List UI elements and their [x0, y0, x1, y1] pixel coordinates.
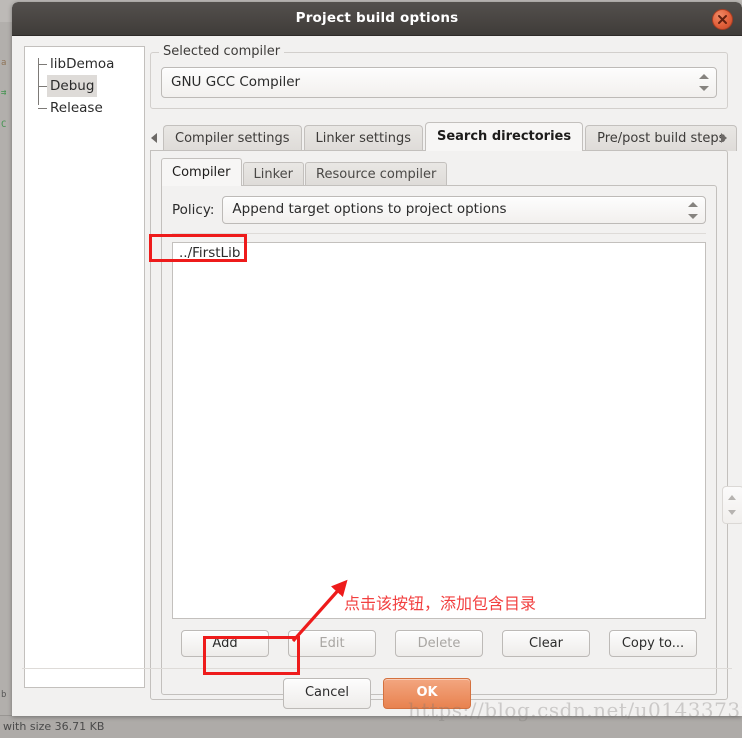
outer-tabs: Compiler settings Linker settings Search…: [163, 122, 738, 151]
tab-inner-linker[interactable]: Linker: [242, 162, 305, 186]
tab-compiler-settings[interactable]: Compiler settings: [163, 125, 302, 151]
dialog-title: Project build options: [295, 10, 459, 26]
tab-linker-settings[interactable]: Linker settings: [303, 125, 423, 151]
cancel-button[interactable]: Cancel: [283, 678, 371, 709]
chevron-updown-icon[interactable]: [699, 73, 709, 92]
target-tree: libDemoa Debug Release: [25, 47, 144, 119]
search-directories-list[interactable]: ../FirstLib: [172, 242, 706, 619]
tree-item-label: Release: [50, 100, 103, 116]
policy-select[interactable]: Append target options to project options: [222, 196, 706, 224]
tree-branch-stub: [38, 86, 47, 87]
dialog-body: libDemoa Debug Release Selected compiler…: [12, 36, 742, 716]
tab-scroll-right-icon[interactable]: [720, 131, 730, 145]
clear-button[interactable]: Clear: [502, 630, 590, 657]
chevron-up-icon: [728, 495, 736, 500]
dialog-titlebar: Project build options: [12, 2, 742, 36]
tree-item-debug[interactable]: Debug: [25, 75, 144, 97]
selected-compiler-legend: Selected compiler: [159, 44, 285, 59]
tab-search-directories[interactable]: Search directories: [424, 122, 584, 151]
background-status-text: with size 36.71 KB: [3, 720, 105, 733]
tree-branch-stub: [38, 64, 47, 65]
background-glyph: C: [1, 120, 7, 130]
outer-tabbar: Compiler settings Linker settings Search…: [150, 122, 738, 151]
policy-row: Policy: Append target options to project…: [172, 196, 706, 224]
ok-button[interactable]: OK: [383, 678, 471, 709]
footer-divider: [22, 668, 732, 669]
close-icon[interactable]: [712, 9, 733, 30]
list-action-buttons: Add Edit Delete Clear Copy to...: [172, 630, 706, 657]
compiler-select-value: GNU GCC Compiler: [171, 74, 301, 90]
background-glyph: b: [1, 690, 7, 700]
tree-item-label: libDemoa: [50, 56, 115, 72]
chevron-up-icon: [699, 74, 709, 79]
tab-inner-compiler[interactable]: Compiler: [161, 158, 242, 186]
panel-resize-spinner[interactable]: [722, 486, 742, 524]
selected-compiler-group: Selected compiler GNU GCC Compiler: [150, 44, 728, 109]
chevron-right-icon: [721, 133, 727, 143]
background-status-bar: with size 36.71 KB: [0, 715, 742, 738]
delete-button: Delete: [395, 630, 483, 657]
tab-prepost-build-steps[interactable]: Pre/post build steps: [585, 125, 738, 151]
chevron-down-icon: [728, 510, 736, 515]
list-item[interactable]: ../FirstLib: [173, 243, 705, 263]
tab-inner-resource-compiler[interactable]: Resource compiler: [305, 162, 448, 186]
copy-to-button[interactable]: Copy to...: [609, 630, 697, 657]
search-directories-page: Compiler Linker Resource compiler Policy…: [150, 150, 742, 700]
chevron-up-icon: [688, 202, 698, 207]
dialog-content: Selected compiler GNU GCC Compiler Compi…: [150, 44, 742, 700]
project-build-options-dialog: Project build options libDemoa Debug Rel…: [12, 2, 742, 716]
chevron-down-icon: [699, 86, 709, 91]
chevron-down-icon: [688, 214, 698, 219]
policy-label: Policy:: [172, 202, 215, 218]
inner-tabs: Compiler Linker Resource compiler: [161, 158, 717, 186]
tree-item-label: Debug: [47, 75, 98, 97]
chevron-left-icon: [151, 133, 157, 143]
chevron-updown-icon[interactable]: [688, 201, 698, 220]
policy-select-value: Append target options to project options: [232, 201, 507, 217]
dialog-footer: Cancel OK: [12, 678, 742, 709]
background-glyph: a: [1, 58, 7, 68]
tree-item-libdemoa[interactable]: libDemoa: [25, 53, 144, 75]
compiler-search-dirs-panel: Policy: Append target options to project…: [161, 185, 742, 695]
compiler-select[interactable]: GNU GCC Compiler: [161, 67, 717, 98]
tree-branch-stub: [38, 108, 47, 109]
tab-scroll-left-icon[interactable]: [150, 131, 160, 145]
close-x-glyph: [718, 15, 727, 24]
edit-button: Edit: [288, 630, 376, 657]
tree-item-release[interactable]: Release: [25, 97, 144, 119]
divider: [172, 233, 706, 234]
background-glyph: ⇉: [1, 88, 7, 98]
target-tree-panel[interactable]: libDemoa Debug Release: [24, 46, 145, 688]
add-button[interactable]: Add: [181, 630, 269, 657]
